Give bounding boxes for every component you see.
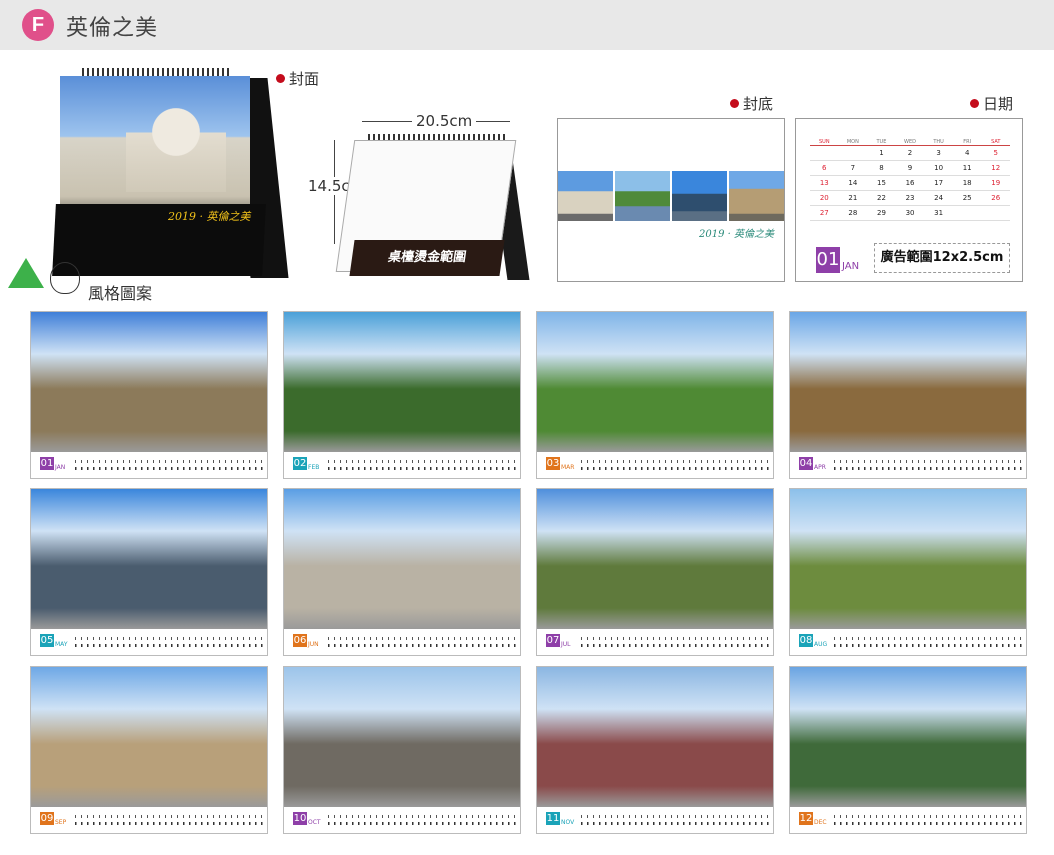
month-photo xyxy=(31,489,267,629)
date-strip xyxy=(75,458,263,472)
month-photo xyxy=(284,312,520,452)
week-row: 12345 xyxy=(810,146,1010,161)
month-card: 08 AUG xyxy=(789,488,1027,656)
month-number: 12 xyxy=(799,812,813,825)
month-card: 11 NOV xyxy=(536,666,774,834)
spiral-binding xyxy=(82,68,232,76)
month-card: 07 JUL xyxy=(536,488,774,656)
date-strip xyxy=(328,635,516,649)
month-number: 03 xyxy=(546,457,560,470)
month-number: 11 xyxy=(546,812,560,825)
thumbnail xyxy=(558,171,613,221)
back-thumbnails xyxy=(558,171,784,221)
date-strip xyxy=(834,813,1022,827)
month-abbr: OCT xyxy=(308,819,321,826)
month-abbr: MAY xyxy=(55,641,68,648)
week-row: 20 21 22 23 24 25 26 xyxy=(810,191,1010,206)
month-abbr: AUG xyxy=(814,641,828,648)
month-card: 06 JUN xyxy=(283,488,521,656)
back-cover-card: 2019 · 英倫之美 xyxy=(557,118,785,282)
month-card: 03 MAR xyxy=(536,311,774,479)
month-photo xyxy=(284,489,520,629)
cover-label: 封面 xyxy=(276,68,319,89)
month-card: 05 MAY xyxy=(30,488,268,656)
month-photo xyxy=(31,312,267,452)
month-number: 02 xyxy=(293,457,307,470)
category-badge: F xyxy=(22,9,54,41)
date-strip xyxy=(75,813,263,827)
month-number: 09 xyxy=(40,812,54,825)
month-abbr: DEC xyxy=(814,819,827,826)
month-photo xyxy=(790,489,1026,629)
date-strip xyxy=(834,635,1022,649)
month-photo xyxy=(31,667,267,807)
back-label: 封底 xyxy=(730,93,773,114)
month-abbr: JUL xyxy=(561,641,571,648)
month-number: 04 xyxy=(799,457,813,470)
month-abbr: JAN xyxy=(842,261,860,272)
month-abbr: JAN xyxy=(55,464,66,471)
date-strip xyxy=(75,635,263,649)
thumbnail xyxy=(615,171,670,221)
month-number: 08 xyxy=(799,634,813,647)
month-card: 04 APR xyxy=(789,311,1027,479)
date-strip xyxy=(834,458,1022,472)
ad-area: 廣告範圍12x2.5cm xyxy=(874,243,1010,273)
weekday-header: SUN MON TUE WED THU FRI SAT xyxy=(810,139,1010,146)
thumbnail xyxy=(729,171,784,221)
month-card: 12 DEC xyxy=(789,666,1027,834)
month-photo xyxy=(790,312,1026,452)
month-number: 10 xyxy=(293,812,307,825)
month-abbr: NOV xyxy=(561,819,575,826)
month-number: 06 xyxy=(293,634,307,647)
month-card: 01 JAN xyxy=(30,311,268,479)
month-abbr: SEP xyxy=(55,819,67,826)
month-photo xyxy=(790,667,1026,807)
bullet-dot-icon xyxy=(970,99,979,108)
month-photo xyxy=(537,312,773,452)
back-brand: 2019 · 英倫之美 xyxy=(699,229,774,240)
bullet-dot-icon xyxy=(276,74,285,83)
month-card: 09 SEP xyxy=(30,666,268,834)
date-card: SUN MON TUE WED THU FRI SAT 12345 6 7 8 9 10… xyxy=(795,118,1023,282)
month-card: 02 FEB xyxy=(283,311,521,479)
month-number: 01 xyxy=(40,457,54,470)
month-abbr: MAR xyxy=(561,464,575,471)
date-strip xyxy=(581,813,769,827)
month-number: 05 xyxy=(40,634,54,647)
month-photo xyxy=(284,667,520,807)
month-number: 07 xyxy=(546,634,560,647)
foil-stamp-area: 桌檯燙金範圍 xyxy=(349,240,505,276)
triangle-icon xyxy=(8,258,44,288)
date-strip xyxy=(328,813,516,827)
week-row: 6 7 8 9 10 11 12 xyxy=(810,161,1010,176)
date-strip xyxy=(328,458,516,472)
dates-label: 日期 xyxy=(970,93,1013,114)
week-row: 13 14 15 16 17 18 19 xyxy=(810,176,1010,191)
header-bar xyxy=(0,0,1054,50)
bullet-dot-icon xyxy=(730,99,739,108)
month-photo xyxy=(537,667,773,807)
month-abbr: FEB xyxy=(308,464,320,471)
cover-brand: 2019 · 英倫之美 xyxy=(168,210,251,223)
date-strip xyxy=(581,458,769,472)
month-abbr: APR xyxy=(814,464,826,471)
date-strip xyxy=(581,635,769,649)
month-number: 01 xyxy=(816,247,840,273)
girl-face-icon xyxy=(50,262,80,294)
month-card: 10 OCT xyxy=(283,666,521,834)
month-abbr: JUN xyxy=(308,641,319,648)
page-title: 英倫之美 xyxy=(66,16,159,41)
style-label: 風格圖案 xyxy=(88,284,153,303)
thumbnail xyxy=(672,171,727,221)
month-photo xyxy=(537,489,773,629)
width-dimension: 20.5cm xyxy=(362,112,510,132)
cathedral-dome xyxy=(126,92,226,192)
week-row: 27 28 29 30 31 xyxy=(810,206,1010,221)
date-grid: SUN MON TUE WED THU FRI SAT 12345 6 7 8 9 10… xyxy=(810,139,1010,221)
